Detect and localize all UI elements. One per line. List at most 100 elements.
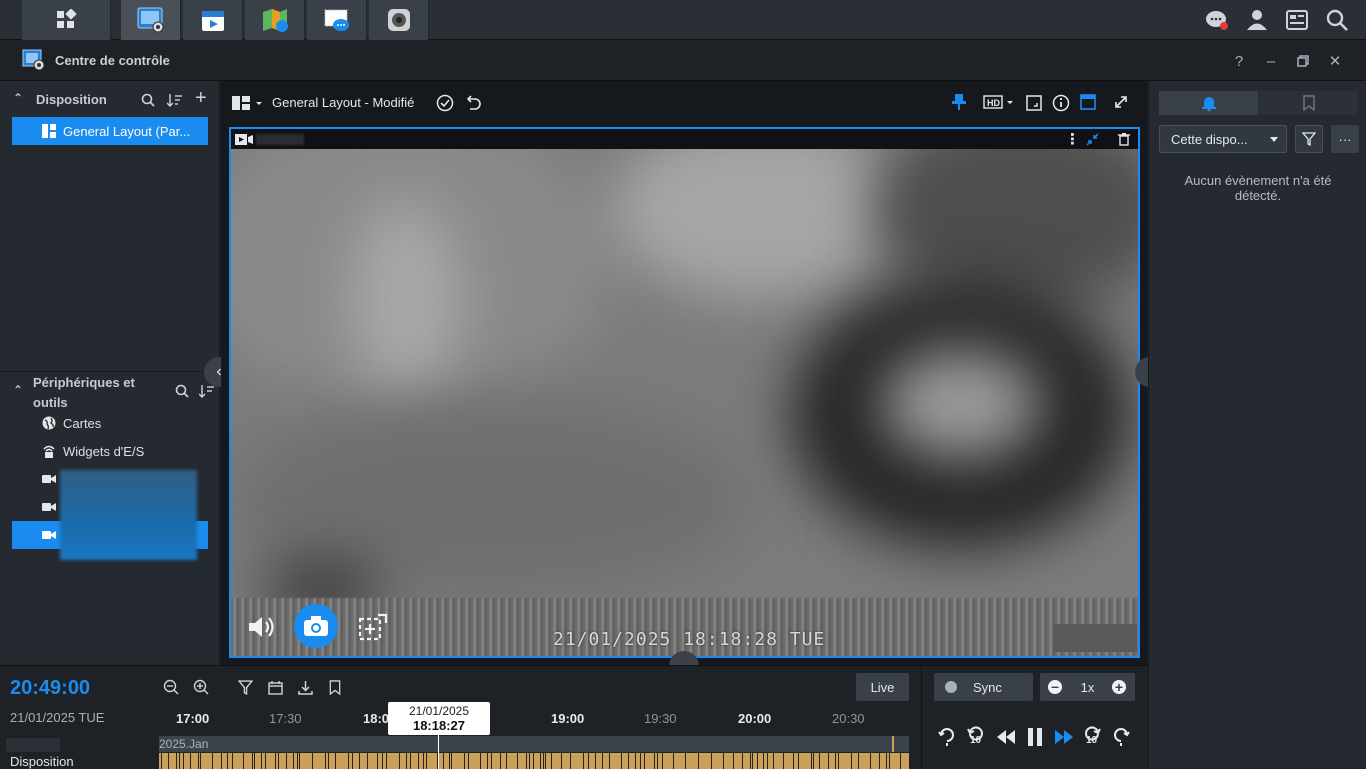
camera-tile-header: ⋮	[231, 129, 1138, 149]
recording-gap	[767, 753, 768, 769]
recording-gap	[312, 753, 313, 769]
add-layout-icon[interactable]: +	[195, 87, 207, 110]
aspect-ratio-icon[interactable]	[1025, 94, 1043, 112]
rewind-10s-button[interactable]: 10	[965, 726, 987, 748]
zoom-in-icon	[193, 679, 209, 695]
recording-gap	[198, 753, 199, 769]
recording-gap	[838, 753, 839, 769]
snapshot-button[interactable]	[294, 604, 338, 648]
taskbar-map-app[interactable]	[245, 0, 305, 40]
live-button[interactable]: Live	[856, 673, 909, 701]
sort-devices-icon[interactable]	[199, 384, 215, 398]
cursor-time-label: 21/01/2025 18:18:27	[388, 702, 490, 735]
digital-zoom-icon[interactable]	[358, 613, 388, 641]
more-button[interactable]: ···	[1331, 125, 1359, 153]
forward-10s-button[interactable]: 10	[1081, 726, 1103, 748]
tab-alerts[interactable]	[1159, 91, 1258, 115]
search-button[interactable]	[1317, 0, 1357, 40]
minimize-icon: –	[1266, 52, 1276, 70]
io-widget-icon	[43, 445, 55, 458]
month-marker	[892, 736, 894, 752]
svg-text:HD: HD	[987, 98, 1000, 108]
taskbar-camera-app[interactable]	[369, 0, 429, 40]
recording-track[interactable]	[159, 753, 909, 769]
recording-camera-icon	[235, 134, 253, 145]
add-bookmark-button[interactable]	[326, 678, 344, 696]
layout-selector-icon[interactable]	[232, 95, 262, 111]
device-item-maps[interactable]: Cartes	[12, 409, 208, 437]
hd-quality-icon[interactable]: HD	[983, 94, 1015, 110]
tab-bookmarks[interactable]	[1259, 91, 1358, 115]
restore-button[interactable]	[1292, 50, 1314, 72]
recording-gap	[711, 753, 712, 769]
device-item-io-widgets[interactable]: Widgets d'E/S	[12, 437, 208, 465]
next-event-button[interactable]	[1110, 726, 1132, 748]
taskbar-surveillance-app[interactable]	[121, 0, 181, 40]
widgets-button[interactable]	[1277, 0, 1317, 40]
recording-gap	[252, 753, 253, 769]
collapse-devices-icon[interactable]: ⌃	[13, 383, 23, 397]
event-scope-select[interactable]: Cette dispo...	[1159, 125, 1287, 153]
pin-icon[interactable]	[951, 93, 967, 111]
trash-icon[interactable]	[1118, 133, 1130, 146]
video-timestamp: 21/01/2025 18:18:28 TUE	[553, 629, 826, 650]
layout-item-general[interactable]: General Layout (Par...	[12, 117, 208, 145]
camera-video-feed[interactable]: 21/01/2025 18:18:28 TUE	[231, 149, 1138, 656]
recording-gap	[602, 753, 603, 769]
recording-gap	[793, 753, 794, 769]
window-mode-icon[interactable]	[1079, 93, 1097, 111]
recording-gap	[179, 753, 180, 769]
recording-gap	[879, 753, 880, 769]
camera-view-tile[interactable]: ⋮ 21/01/2025 18:18:28 TUE	[229, 127, 1140, 658]
recording-gap	[168, 753, 169, 769]
time-tick-label: 17:00	[176, 711, 210, 726]
previous-event-button[interactable]	[936, 726, 958, 748]
info-icon[interactable]	[1052, 94, 1070, 112]
more-horizontal-icon: ···	[1338, 131, 1352, 147]
taskbar-notification-app[interactable]	[307, 0, 367, 40]
help-button[interactable]: ?	[1228, 50, 1250, 72]
playback-controls: Sync – 1x + 10 10	[921, 665, 1148, 768]
user-button[interactable]	[1237, 0, 1277, 40]
speed-decrease-icon[interactable]: –	[1048, 679, 1062, 694]
zoom-out-button[interactable]	[162, 678, 180, 696]
sort-layout-icon[interactable]	[167, 93, 183, 107]
timeline-filter-button[interactable]	[236, 678, 254, 696]
recording-gap	[828, 753, 829, 769]
cursor-date: 21/01/2025	[408, 704, 470, 718]
calendar-button[interactable]	[266, 678, 284, 696]
time-tick-label: 18:0	[363, 711, 390, 726]
recording-gap	[212, 753, 213, 769]
pause-button[interactable]	[1024, 726, 1046, 748]
download-button[interactable]	[296, 678, 314, 696]
undo-icon[interactable]	[464, 94, 482, 112]
speed-increase-icon[interactable]: +	[1112, 680, 1126, 694]
search-layout-icon[interactable]	[141, 93, 155, 107]
shrink-tile-icon[interactable]	[1086, 133, 1099, 146]
sync-toggle[interactable]: Sync	[934, 673, 1033, 701]
playhead[interactable]	[438, 734, 439, 769]
search-devices-icon[interactable]	[175, 384, 189, 398]
close-button[interactable]: ✕	[1324, 50, 1346, 72]
recording-gap	[835, 753, 836, 769]
filter-button[interactable]	[1295, 125, 1323, 153]
minimize-button[interactable]: –	[1260, 50, 1282, 72]
fullscreen-icon[interactable]	[1113, 94, 1129, 110]
main-menu-button[interactable]	[22, 0, 111, 40]
close-icon: ✕	[1328, 53, 1342, 70]
chat-button[interactable]	[1197, 0, 1237, 40]
devices-section-header: ⌃ Périphériques et outils	[0, 373, 220, 411]
current-date: 21/01/2025 TUE	[10, 710, 105, 725]
taskbar-timeline-app[interactable]	[183, 0, 243, 40]
volume-icon[interactable]	[247, 614, 275, 640]
more-options-icon[interactable]: ⋮	[1065, 130, 1080, 148]
recording-gap	[757, 753, 758, 769]
recording-gap	[297, 753, 298, 769]
collapse-layout-icon[interactable]: ⌃	[13, 91, 23, 105]
recording-gap	[176, 753, 177, 769]
recording-gap	[399, 753, 400, 769]
fast-forward-button[interactable]	[1053, 726, 1075, 748]
save-check-icon[interactable]	[436, 94, 454, 112]
zoom-in-button[interactable]	[192, 678, 210, 696]
rewind-button[interactable]	[995, 726, 1017, 748]
